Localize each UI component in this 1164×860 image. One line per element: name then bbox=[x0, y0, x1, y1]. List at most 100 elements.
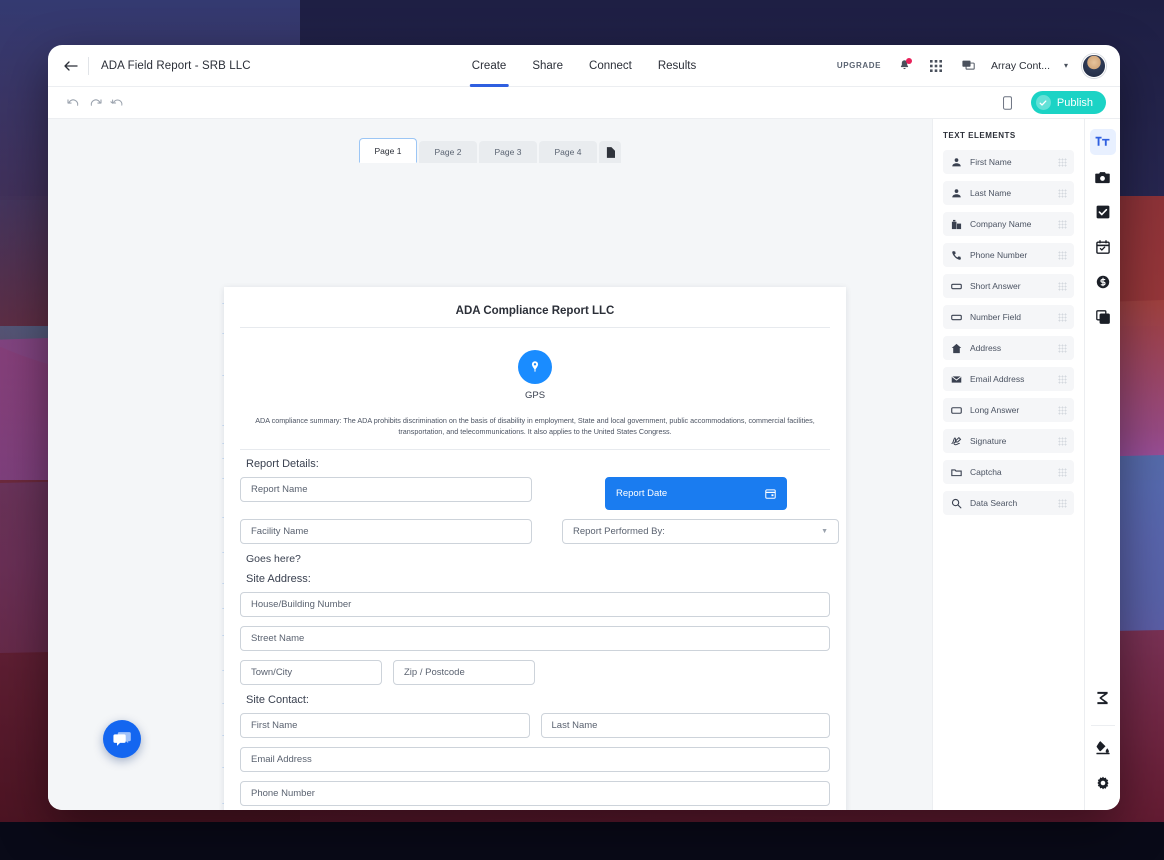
drag-handle-icon[interactable] bbox=[1058, 467, 1067, 477]
upgrade-link[interactable]: UPGRADE bbox=[837, 61, 881, 70]
nav-tab-results[interactable]: Results bbox=[658, 45, 696, 87]
form-sheet: ADA Compliance Report LLC GPS ADA compli… bbox=[224, 287, 846, 810]
house-building-number-input[interactable]: House/Building Number bbox=[240, 592, 830, 618]
undo-icon[interactable] bbox=[62, 93, 84, 113]
bell-icon[interactable] bbox=[895, 57, 913, 75]
header-right-controls: UPGRADE Array Cont... ▾ bbox=[837, 53, 1106, 78]
element-label: Signature bbox=[970, 436, 1007, 446]
element-email-address[interactable]: Email Address bbox=[943, 367, 1074, 391]
first-name-input[interactable]: First Name bbox=[240, 713, 530, 739]
element-company-name[interactable]: Company Name bbox=[943, 212, 1074, 236]
panel-title: TEXT ELEMENTS bbox=[943, 131, 1016, 140]
email-address-input[interactable]: Email Address bbox=[240, 747, 830, 773]
envelope-icon bbox=[950, 373, 962, 385]
site-contact-label: Site Contact: bbox=[246, 694, 309, 707]
formula-sigma-icon[interactable] bbox=[1090, 685, 1116, 711]
search-icon bbox=[950, 497, 962, 509]
phone-icon bbox=[950, 249, 962, 261]
element-short-answer[interactable]: Short Answer bbox=[943, 274, 1074, 298]
layers-icon[interactable] bbox=[1090, 304, 1116, 330]
chevron-down-icon[interactable]: ▾ bbox=[1064, 61, 1068, 70]
chat-feedback-icon[interactable] bbox=[959, 57, 977, 75]
payment-icon[interactable] bbox=[1090, 269, 1116, 295]
report-date-input[interactable]: Report Date bbox=[605, 477, 787, 511]
page-tab-2[interactable]: Page 2 bbox=[419, 141, 477, 163]
calendar-icon[interactable] bbox=[1090, 234, 1116, 260]
report-name-input[interactable]: Report Name bbox=[240, 477, 532, 503]
element-first-name[interactable]: First Name bbox=[943, 150, 1074, 174]
text-elements-panel: TEXT ELEMENTS First Name Last Name Compa… bbox=[932, 119, 1084, 810]
restore-history-icon[interactable] bbox=[106, 93, 128, 113]
building-icon bbox=[950, 218, 962, 230]
report-performed-by-select[interactable]: Report Performed By: ▼ bbox=[562, 519, 839, 545]
element-label: First Name bbox=[970, 157, 1012, 167]
site-contact-row-3: Phone Number bbox=[240, 781, 830, 807]
element-label: Short Answer bbox=[970, 281, 1021, 291]
publish-button[interactable]: Publish bbox=[1030, 91, 1106, 114]
organization-name[interactable]: Array Cont... bbox=[991, 60, 1050, 72]
page-tab-1[interactable]: Page 1 bbox=[359, 138, 417, 163]
notification-dot bbox=[906, 57, 913, 64]
header-divider bbox=[88, 56, 89, 75]
nav-tab-create[interactable]: Create bbox=[469, 45, 508, 87]
person-icon bbox=[950, 156, 962, 168]
chevron-down-icon: ▼ bbox=[821, 528, 828, 536]
form-canvas: Page 1 Page 2 Page 3 Page 4 + + + + + + … bbox=[48, 119, 932, 810]
element-address[interactable]: Address bbox=[943, 336, 1074, 360]
drag-handle-icon[interactable] bbox=[1058, 498, 1067, 508]
paint-bucket-icon[interactable] bbox=[1090, 735, 1116, 761]
apps-grid-icon[interactable] bbox=[927, 57, 945, 75]
street-name-input[interactable]: Street Name bbox=[240, 626, 830, 652]
element-last-name[interactable]: Last Name bbox=[943, 181, 1074, 205]
page-tabs: Page 1 Page 2 Page 3 Page 4 bbox=[359, 138, 621, 163]
last-name-input[interactable]: Last Name bbox=[540, 713, 830, 739]
drag-handle-icon[interactable] bbox=[1058, 436, 1067, 446]
checkbox-icon[interactable] bbox=[1090, 199, 1116, 225]
redo-icon[interactable] bbox=[84, 93, 106, 113]
report-details-label: Report Details: bbox=[246, 458, 319, 471]
element-number-field[interactable]: Number Field bbox=[943, 305, 1074, 329]
element-phone-number[interactable]: Phone Number bbox=[943, 243, 1074, 267]
drag-handle-icon[interactable] bbox=[1058, 343, 1067, 353]
element-label: Last Name bbox=[970, 188, 1012, 198]
chat-support-icon[interactable] bbox=[103, 720, 141, 758]
nav-tab-share[interactable]: Share bbox=[532, 45, 563, 87]
nav-tab-connect[interactable]: Connect bbox=[589, 45, 632, 87]
facility-name-input[interactable]: Facility Name bbox=[240, 519, 532, 545]
element-label: Number Field bbox=[970, 312, 1022, 322]
avatar[interactable] bbox=[1082, 53, 1106, 78]
phone-number-input[interactable]: Phone Number bbox=[240, 781, 830, 807]
drag-handle-icon[interactable] bbox=[1058, 250, 1067, 260]
drag-handle-icon[interactable] bbox=[1058, 312, 1067, 322]
add-page-icon[interactable] bbox=[599, 141, 621, 163]
tool-rail-separator bbox=[1090, 725, 1115, 726]
top-header-bar: ADA Field Report - SRB LLC Create Share … bbox=[48, 45, 1120, 87]
site-address-label: Site Address: bbox=[246, 573, 311, 586]
mobile-preview-icon[interactable] bbox=[997, 93, 1019, 113]
page-tab-3[interactable]: Page 3 bbox=[479, 141, 537, 163]
element-label: Data Search bbox=[970, 498, 1018, 508]
zip-postcode-input[interactable]: Zip / Postcode bbox=[393, 660, 535, 686]
gps-location-icon[interactable] bbox=[518, 350, 552, 384]
report-date-label: Report Date bbox=[616, 488, 668, 500]
text-elements-icon[interactable] bbox=[1089, 129, 1116, 155]
page-tab-4[interactable]: Page 4 bbox=[539, 141, 597, 163]
town-city-input[interactable]: Town/City bbox=[240, 660, 382, 686]
element-data-search[interactable]: Data Search bbox=[943, 491, 1074, 515]
element-long-answer[interactable]: Long Answer bbox=[943, 398, 1074, 422]
report-details-row-1: Report Name Report Date bbox=[240, 477, 830, 511]
camera-icon[interactable] bbox=[1090, 164, 1116, 190]
back-arrow-icon[interactable] bbox=[60, 55, 82, 77]
drag-handle-icon[interactable] bbox=[1058, 281, 1067, 291]
drag-handle-icon[interactable] bbox=[1058, 405, 1067, 415]
calendar-icon[interactable] bbox=[765, 488, 776, 500]
element-signature[interactable]: Signature bbox=[943, 429, 1074, 453]
settings-gear-icon[interactable] bbox=[1090, 770, 1116, 796]
drag-handle-icon[interactable] bbox=[1058, 188, 1067, 198]
drag-handle-icon[interactable] bbox=[1058, 374, 1067, 384]
signature-icon bbox=[950, 435, 962, 447]
form-sheet-inner: ADA Compliance Report LLC GPS ADA compli… bbox=[224, 287, 846, 810]
drag-handle-icon[interactable] bbox=[1058, 219, 1067, 229]
drag-handle-icon[interactable] bbox=[1058, 157, 1067, 167]
element-captcha[interactable]: Captcha bbox=[943, 460, 1074, 484]
